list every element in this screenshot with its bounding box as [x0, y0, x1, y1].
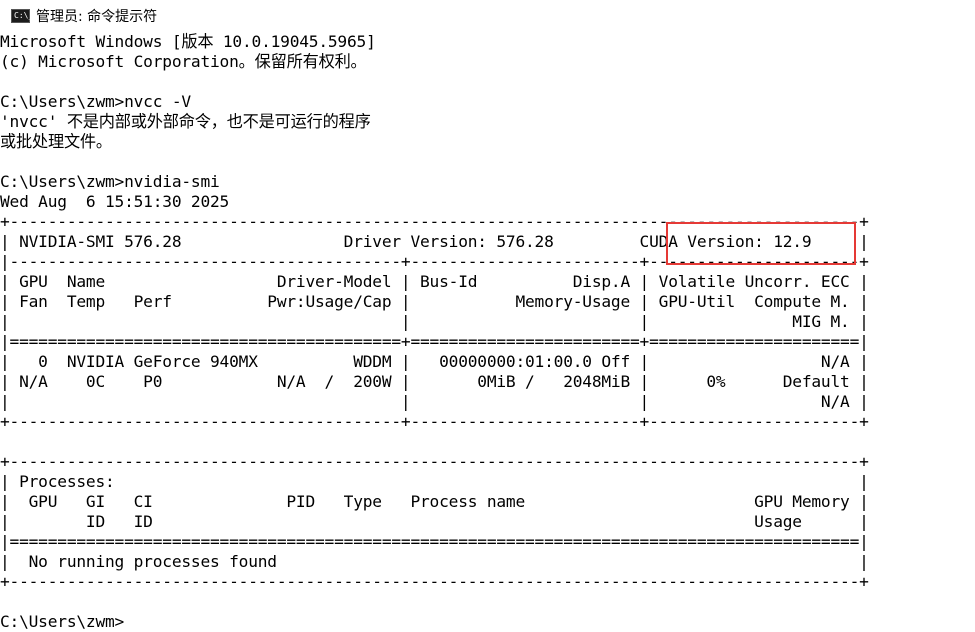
cmd-icon-text: C:\_ [14, 10, 34, 20]
console-output[interactable]: Microsoft Windows [版本 10.0.19045.5965] (… [0, 31, 975, 632]
console-line: | | | N/A | [0, 392, 869, 411]
console-line: |=======================================… [0, 532, 869, 551]
console-line: +---------------------------------------… [0, 572, 869, 591]
console-line: | N/A 0C P0 N/A / 200W | 0MiB / 2048MiB … [0, 372, 869, 391]
console-line: | 0 NVIDIA GeForce 940MX WDDM | 00000000… [0, 352, 869, 371]
console-line: Wed Aug 6 15:51:30 2025 [0, 192, 230, 211]
console-line: | | | MIG M. | [0, 312, 869, 331]
console-line: (c) Microsoft Corporation。保留所有权利。 [0, 52, 367, 71]
window-title: 管理员: 命令提示符 [36, 8, 158, 25]
console-line: | Fan Temp Perf Pwr:Usage/Cap | Memory-U… [0, 292, 869, 311]
console-line: |=======================================… [0, 332, 869, 351]
cuda-version-highlight [666, 222, 856, 265]
console-line: | GPU Name Driver-Model | Bus-Id Disp.A … [0, 272, 869, 291]
console-line: +---------------------------------------… [0, 412, 869, 431]
title-bar: C:\_ 管理员: 命令提示符 [0, 0, 975, 31]
command-prompt[interactable]: C:\Users\zwm> [0, 612, 124, 632]
console-line: +---------------------------------------… [0, 452, 869, 471]
console-line: | ID ID Usage | [0, 512, 869, 531]
console-line: | GPU GI CI PID Type Process name GPU Me… [0, 492, 869, 511]
console-line: 'nvcc' 不是内部或外部命令，也不是可运行的程序 [0, 112, 371, 131]
console-line: | No running processes found | [0, 552, 869, 571]
console-line: C:\Users\zwm>nvcc -V [0, 92, 191, 111]
console-line: 或批处理文件。 [0, 132, 112, 151]
cmd-icon: C:\_ [11, 8, 34, 23]
console-line: | Processes: | [0, 472, 869, 491]
console-line: Microsoft Windows [版本 10.0.19045.5965] [0, 32, 376, 51]
console-line: C:\Users\zwm>nvidia-smi [0, 172, 220, 191]
